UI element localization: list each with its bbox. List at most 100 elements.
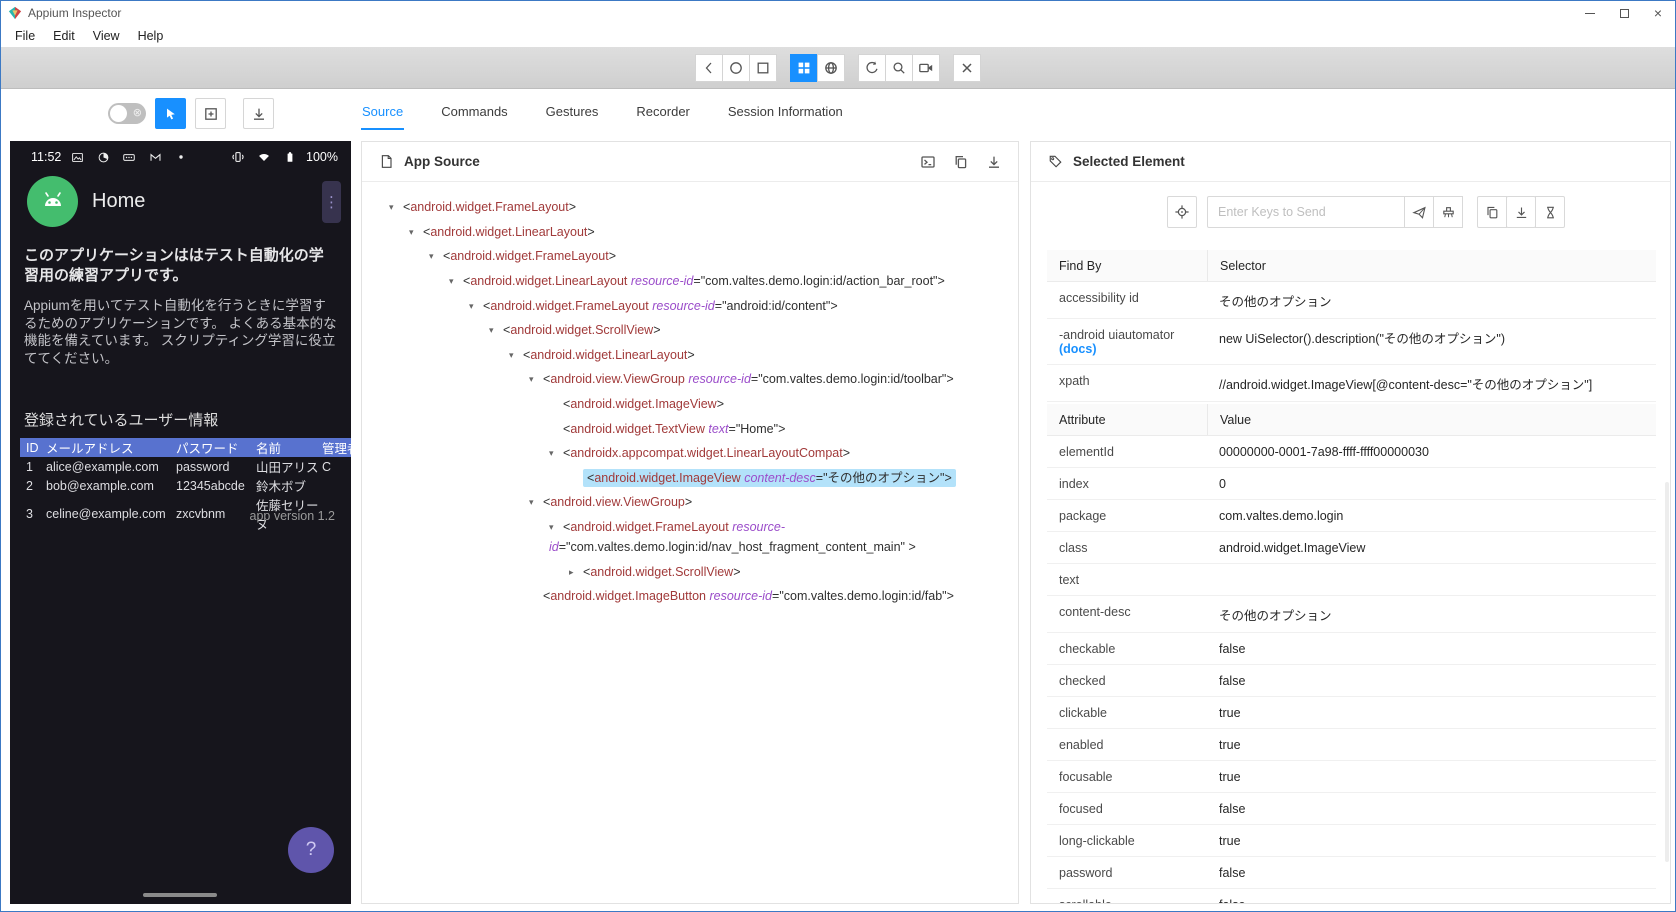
web-mode-button[interactable]	[817, 54, 845, 82]
tab-commands[interactable]: Commands	[440, 96, 508, 130]
tree-node-code: <android.widget.FrameLayout resource-id=…	[483, 298, 838, 313]
tree-node-code: <android.widget.TextView text="Home">	[563, 421, 786, 436]
tree-node[interactable]: <android.widget.ImageView content-desc="…	[368, 466, 1012, 491]
app-intro-paragraph: Appiumを用いてテスト自動化を行うときに学習するためのアプリケーションです。…	[24, 298, 337, 366]
users-table-row[interactable]: 1 alice@example.com password 山田アリス C	[20, 457, 351, 476]
tab-recorder[interactable]: Recorder	[635, 96, 690, 130]
search-icon	[893, 62, 905, 74]
tree-caret-icon[interactable]: ▾	[509, 345, 523, 365]
menu-help[interactable]: Help	[129, 27, 173, 45]
tree-node-code: <android.widget.FrameLayout>	[443, 249, 617, 264]
recents-button[interactable]	[749, 54, 777, 82]
appium-inspector-window: Appium Inspector × File Edit View Help ⊗ So…	[0, 0, 1676, 912]
users-table-cell: bob@example.com	[46, 478, 154, 493]
tab-session-information[interactable]: Session Information	[727, 96, 844, 130]
tree-caret-icon[interactable]: ▾	[529, 369, 543, 389]
users-table-cell: 2	[26, 478, 33, 493]
close-session-button[interactable]	[953, 54, 981, 82]
users-col-header: 名前	[256, 438, 322, 457]
tree-node[interactable]: ▾ <android.widget.FrameLayout>	[368, 195, 1012, 220]
tree-node[interactable]: <android.widget.ImageButton resource-id=…	[368, 584, 1012, 609]
users-table-row[interactable]: 2 bob@example.com 12345abcde 鈴木ボブ	[20, 476, 351, 495]
home-button[interactable]	[722, 54, 750, 82]
tree-node[interactable]: ▾ <android.widget.FrameLayout>	[368, 244, 1012, 269]
tree-node[interactable]: ▾ <android.widget.LinearLayout>	[368, 343, 1012, 368]
tree-caret-icon[interactable]: ▾	[429, 246, 443, 266]
app-version-label: app version 1.2	[249, 509, 335, 523]
attribute-value: com.valtes.demo.login	[1219, 508, 1344, 523]
copy-source-button[interactable]	[951, 152, 971, 172]
app-mode-icon	[798, 62, 810, 74]
search-button[interactable]	[885, 54, 913, 82]
tree-caret-icon[interactable]: ▾	[549, 443, 563, 463]
help-fab-button[interactable]: ?	[288, 827, 334, 873]
tree-caret-icon[interactable]: ▾	[549, 517, 563, 537]
maximize-button[interactable]	[1607, 1, 1641, 25]
console-source-button[interactable]	[918, 152, 938, 172]
app-source-panel: App Source ▾ <android.widget.FrameLayout>…	[361, 141, 1019, 904]
tab-gestures[interactable]: Gestures	[545, 96, 600, 130]
crosshair-icon	[1175, 205, 1189, 219]
app-mode-button[interactable]	[790, 54, 818, 82]
tree-node[interactable]: <android.widget.ImageView>	[368, 392, 1012, 417]
attribute-value: false	[1219, 865, 1246, 880]
select-elements-button[interactable]	[155, 98, 186, 129]
attribute-value: true	[1219, 769, 1241, 784]
close-button[interactable]: ×	[1641, 1, 1675, 25]
tree-node-code: <android.widget.LinearLayout resource-id…	[463, 274, 945, 289]
tree-node[interactable]: ▾ <android.widget.FrameLayout resource-id…	[368, 293, 1012, 318]
back-button[interactable]	[695, 54, 723, 82]
overflow-menu-button[interactable]: ⋮	[322, 180, 341, 223]
device-button-group	[790, 54, 845, 82]
tree-caret-icon[interactable]: ▾	[529, 492, 543, 512]
attribute-name: checked	[1059, 673, 1106, 688]
minimize-button[interactable]	[1573, 1, 1607, 25]
download-attributes-button[interactable]	[1506, 196, 1536, 228]
tree-node[interactable]: ▾ <android.view.ViewGroup resource-id="co…	[368, 367, 1012, 392]
tree-node[interactable]: <android.widget.TextView text="Home">	[368, 416, 1012, 441]
menu-file[interactable]: File	[6, 27, 44, 45]
tree-node[interactable]: ▾ <android.widget.LinearLayout resource-i…	[368, 269, 1012, 294]
tree-node[interactable]: ▾ <android.view.ViewGroup>	[368, 490, 1012, 515]
tree-node[interactable]: ▾ <android.widget.FrameLayout resource-id…	[368, 515, 1012, 560]
tree-caret-icon[interactable]: ▾	[489, 320, 503, 340]
attribute-row: clickable true	[1047, 697, 1656, 729]
record-button[interactable]	[912, 54, 940, 82]
tab-source[interactable]: Source	[361, 96, 405, 130]
menu-edit[interactable]: Edit	[44, 27, 84, 45]
copy-attributes-button[interactable]	[1477, 196, 1507, 228]
device-screenshot-mirror[interactable]: 11:52 100% Home ⋮ このアプリケーションははテスト自動化の学習用…	[10, 141, 351, 904]
tree-caret-icon[interactable]: ▾	[389, 197, 403, 217]
send-keys-button[interactable]	[1404, 196, 1434, 228]
tree-node-code: <androidx.appcompat.widget.LinearLayoutC…	[563, 446, 851, 461]
tree-caret-icon[interactable]: ▾	[449, 271, 463, 291]
send-keys-input[interactable]	[1207, 196, 1405, 228]
download-source-button[interactable]	[984, 152, 1004, 172]
attribute-name: content-desc	[1059, 604, 1131, 619]
tree-caret-icon[interactable]: ▾	[469, 296, 483, 316]
attribute-value: false	[1207, 889, 1656, 904]
tree-node[interactable]: ▸ <android.widget.ScrollView>	[368, 559, 1012, 584]
toggle-off-icon: ⊗	[132, 107, 142, 119]
menu-view[interactable]: View	[84, 27, 129, 45]
tree-caret-icon[interactable]: ▾	[409, 222, 423, 242]
app-intro-heading: このアプリケーションははテスト自動化の学習用の練習アプリです。	[24, 247, 324, 284]
wait-element-button[interactable]	[1535, 196, 1565, 228]
tap-element-button[interactable]	[1167, 196, 1197, 228]
tap-swipe-mode-button[interactable]	[195, 98, 226, 129]
clear-element-button[interactable]	[1433, 196, 1463, 228]
screenshot-interaction-toggle[interactable]: ⊗	[108, 103, 146, 124]
docs-link[interactable]: (docs)	[1059, 342, 1097, 356]
tree-node[interactable]: ▾ <android.widget.ScrollView>	[368, 318, 1012, 343]
download-screenshot-button[interactable]	[243, 98, 274, 129]
find-by-table: Find By Selector accessibility id その他のオプシ…	[1047, 250, 1656, 402]
tree-node[interactable]: ▾ <androidx.appcompat.widget.LinearLayout…	[368, 441, 1012, 466]
refresh-button[interactable]	[858, 54, 886, 82]
tree-node[interactable]: ▾ <android.widget.LinearLayout>	[368, 220, 1012, 245]
attributes-scrollbar[interactable]	[1665, 482, 1669, 862]
users-table-cell: 12345abcde	[176, 478, 245, 493]
tree-node-code: <android.widget.FrameLayout resource-id=…	[549, 520, 916, 555]
tree-caret-icon[interactable]: ▸	[569, 562, 583, 582]
tree-node-code: <android.view.ViewGroup resource-id="com…	[543, 372, 954, 387]
battery-percent: 100%	[306, 150, 338, 164]
